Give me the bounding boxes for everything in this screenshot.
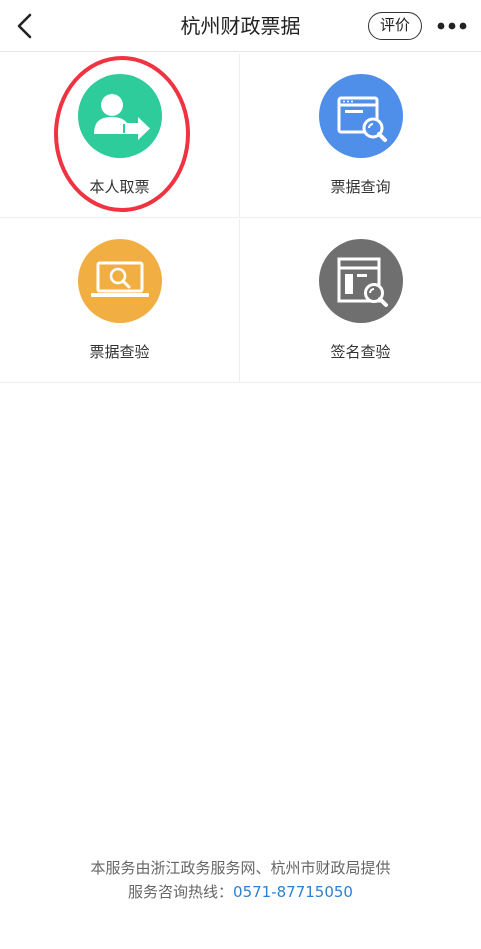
hotline-label: 服务咨询热线：	[128, 883, 234, 901]
grid-item-ticket-verify[interactable]: 票据查验	[0, 219, 240, 383]
service-grid: 本人取票 票据查询 票据查验 签名查验	[0, 54, 481, 384]
page: 杭州财政票据 评价 本人取票 票据查询 票据查验 签名查验 本服务由浙江政务服务…	[0, 0, 481, 949]
grid-item-label: 票据查询	[330, 178, 391, 196]
grid-item-label: 签名查验	[330, 343, 391, 361]
signature-verify-icon-circle	[319, 239, 403, 323]
back-button[interactable]	[10, 10, 42, 42]
footer-provider-text: 本服务由浙江政务服务网、杭州市财政局提供	[90, 859, 391, 877]
chevron-left-icon	[17, 13, 32, 39]
grid-item-label: 本人取票	[89, 178, 150, 196]
grid-item-signature-verify[interactable]: 签名查验	[240, 219, 481, 383]
rate-button[interactable]: 评价	[368, 12, 422, 40]
self-pickup-icon-circle	[78, 74, 162, 158]
grid-item-self-pickup[interactable]: 本人取票	[0, 54, 240, 218]
footer-hotline: 服务咨询热线：0571-87715050	[0, 880, 481, 904]
document-search-icon	[337, 257, 388, 307]
person-arrow-icon	[94, 94, 150, 140]
grid-item-label: 票据查验	[89, 343, 150, 361]
nav-bar: 杭州财政票据 评价	[0, 0, 481, 52]
grid-item-ticket-query[interactable]: 票据查询	[240, 54, 481, 218]
hotline-number-link[interactable]: 0571-87715050	[233, 883, 353, 901]
ticket-verify-icon-circle	[78, 239, 162, 323]
laptop-search-icon	[91, 261, 149, 297]
more-button[interactable]	[432, 12, 472, 40]
ticket-query-icon-circle	[319, 74, 403, 158]
more-dots-icon	[437, 22, 467, 30]
footer: 本服务由浙江政务服务网、杭州市财政局提供 服务咨询热线：0571-8771505…	[0, 856, 481, 904]
browser-search-icon	[337, 96, 387, 142]
